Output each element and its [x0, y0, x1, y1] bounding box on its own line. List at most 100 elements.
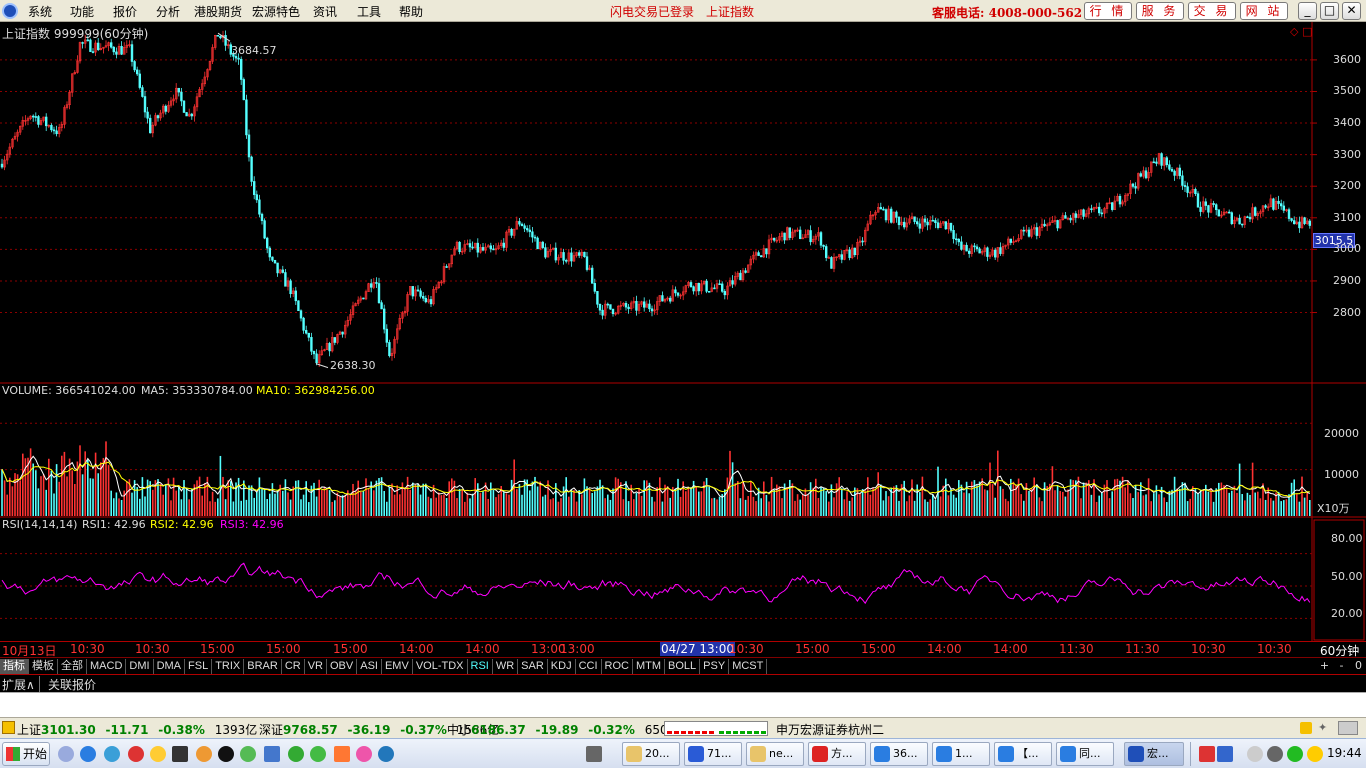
desktop-icon[interactable] [58, 746, 74, 762]
taskbar-item-7[interactable]: 【... [994, 742, 1052, 766]
index-link[interactable]: 上证指数 [706, 3, 754, 20]
indicator-tab-mcst[interactable]: MCST [729, 659, 768, 675]
candle-body [1144, 170, 1148, 179]
menu-hongyuan[interactable]: 宏源特色 [252, 3, 300, 20]
video-icon[interactable] [172, 746, 188, 762]
chrome-icon[interactable] [356, 746, 372, 762]
tray-app-icon[interactable] [1199, 746, 1215, 762]
candle-body [1022, 229, 1026, 232]
green-app-icon[interactable] [240, 746, 256, 762]
tray-icon-5[interactable] [1287, 746, 1303, 762]
quote-bar-icon[interactable] [2, 721, 15, 734]
menu-function[interactable]: 功能 [70, 3, 94, 20]
indicator-tab-全部[interactable]: 全部 [58, 659, 87, 675]
menu-news[interactable]: 资讯 [313, 3, 337, 20]
candle-body [518, 221, 521, 225]
indicator-tab-mtm[interactable]: MTM [633, 659, 666, 675]
menu-quote[interactable]: 报价 [113, 3, 137, 20]
start-button[interactable]: 开始 [2, 742, 50, 766]
trade-button[interactable]: 交 易 [1188, 2, 1236, 20]
trade-login-status[interactable]: 闪电交易已登录 [610, 3, 694, 20]
indicator-tab-指标[interactable]: 指标 [0, 659, 29, 675]
candle-body [861, 240, 864, 243]
orange-app-icon[interactable] [334, 746, 350, 762]
rsi-tick-80: 80.00 [1331, 532, 1363, 545]
candle-body [978, 248, 981, 254]
keyboard-icon[interactable] [586, 746, 602, 762]
taskbar-item-1[interactable]: 20... [622, 742, 680, 766]
market-button[interactable]: 行 情 [1084, 2, 1132, 20]
window-icon[interactable] [264, 746, 280, 762]
refresh-icon[interactable] [310, 746, 326, 762]
chart-canvas[interactable] [0, 22, 1366, 642]
notice-icon[interactable] [1300, 722, 1312, 734]
minimize-button[interactable]: _ [1298, 2, 1317, 20]
lock-icon[interactable] [1338, 721, 1358, 735]
indicator-tab-trix[interactable]: TRIX [212, 659, 245, 675]
indicator-tab-vol-tdx[interactable]: VOL-TDX [413, 659, 468, 675]
taskbar-item-5[interactable]: 36... [870, 742, 928, 766]
indicator-tab-emv[interactable]: EMV [382, 659, 413, 675]
browser-icon[interactable] [104, 746, 120, 762]
taskbar-item-8[interactable]: 同... [1056, 742, 1114, 766]
indicator-tab-brar[interactable]: BRAR [244, 659, 282, 675]
browser-green-icon[interactable] [288, 746, 304, 762]
menu-tools[interactable]: 工具 [357, 3, 381, 20]
indicator-tab-sar[interactable]: SAR [518, 659, 548, 675]
candle-body [536, 237, 539, 250]
candle-body [952, 230, 955, 240]
menu-hk-futures[interactable]: 港股期货 [194, 3, 242, 20]
indicator-tab-asi[interactable]: ASI [357, 659, 382, 675]
taskbar-item-active[interactable]: 宏... [1124, 742, 1184, 766]
close-button[interactable]: ✕ [1342, 2, 1361, 20]
taskbar-item-6[interactable]: 1... [932, 742, 990, 766]
indicator-tab-roc[interactable]: ROC [602, 659, 633, 675]
candle-body [289, 280, 292, 295]
app-icon[interactable] [128, 746, 144, 762]
related-quote-tab[interactable]: 关联报价 [48, 676, 96, 693]
indicator-tab-obv[interactable]: OBV [327, 659, 358, 675]
smile-icon[interactable] [150, 746, 166, 762]
zoom-in-button[interactable]: + [1318, 659, 1331, 672]
menu-analysis[interactable]: 分析 [156, 3, 180, 20]
expand-tab[interactable]: 扩展∧ [2, 676, 40, 693]
taskbar-item-4[interactable]: 方... [808, 742, 866, 766]
indicator-tab-cr[interactable]: CR [282, 659, 305, 675]
office-icon[interactable] [196, 746, 212, 762]
indicator-tab-fsl[interactable]: FSL [185, 659, 213, 675]
indicator-tab-cci[interactable]: CCI [576, 659, 602, 675]
menu-system[interactable]: 系统 [28, 3, 52, 20]
chart-area[interactable]: 上证指数 999999(60分钟) ◇ □ 3684.57 2638.30 30… [0, 22, 1366, 642]
menu-help[interactable]: 帮助 [399, 3, 423, 20]
taskbar-item-2[interactable]: 71... [684, 742, 742, 766]
indicator-tab-psy[interactable]: PSY [700, 659, 730, 675]
indicator-tab-kdj[interactable]: KDJ [548, 659, 576, 675]
qq-icon[interactable] [218, 746, 234, 762]
indicator-tab-dmi[interactable]: DMI [126, 659, 154, 675]
indicator-tab-rsi[interactable]: RSI [468, 659, 493, 675]
tray-icon-3[interactable] [1247, 746, 1263, 762]
broker-name: 申万宏源证券杭州二 [776, 723, 885, 737]
candle-body [1272, 198, 1275, 210]
indicator-tab-wr[interactable]: WR [493, 659, 519, 675]
indicator-tab-模板[interactable]: 模板 [29, 659, 58, 675]
indicator-tab-dma[interactable]: DMA [154, 659, 186, 675]
app-logo-icon[interactable] [2, 3, 18, 19]
indicator-tab-vr[interactable]: VR [305, 659, 327, 675]
tray-icon-4[interactable] [1267, 746, 1283, 762]
panel-max-icon[interactable]: ◇ □ [1290, 25, 1312, 38]
zoom-out-button[interactable]: - [1335, 659, 1348, 672]
volume-icon[interactable] [1217, 746, 1233, 762]
service-button[interactable]: 服 务 [1136, 2, 1184, 20]
taskbar-item-3[interactable]: ne... [746, 742, 804, 766]
tray-icon-6[interactable] [1307, 746, 1323, 762]
indicator-tab-macd[interactable]: MACD [87, 659, 127, 675]
restore-button[interactable]: □ [1320, 2, 1339, 20]
edge-icon[interactable] [378, 746, 394, 762]
candle-body [923, 218, 927, 223]
ie-icon[interactable] [80, 746, 96, 762]
zoom-reset-button[interactable]: 0 [1352, 659, 1365, 672]
indicator-tab-boll[interactable]: BOLL [665, 659, 701, 675]
candle-body [377, 283, 381, 303]
website-button[interactable]: 网 站 [1240, 2, 1288, 20]
